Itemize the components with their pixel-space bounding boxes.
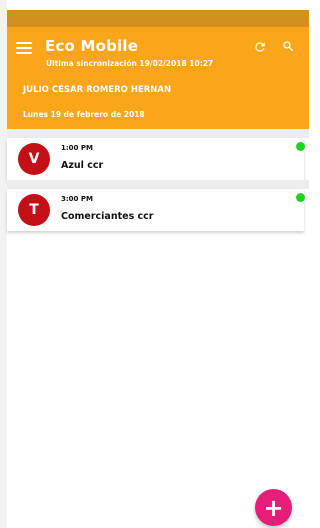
appointment-title: Comerciantes ccr [61,211,154,222]
search-icon[interactable] [282,40,294,52]
appointment-card[interactable]: T 3:00 PM Comerciantes ccr [7,189,305,231]
appointment-time: 3:00 PM [61,195,93,203]
status-dot [296,142,305,151]
status-bar [7,10,309,27]
menu-line [16,42,32,44]
appointment-title: Azul ccr [61,160,104,171]
avatar: T [18,194,50,226]
refresh-icon[interactable] [253,40,267,54]
hamburger-menu-icon[interactable] [16,42,32,54]
top-strip [7,0,309,10]
current-date: Lunes 19 de febrero de 2018 [23,110,145,119]
user-name: JULIO CÉSAR ROMERO HERNAN [23,85,172,95]
add-button[interactable]: + [255,489,292,526]
avatar: V [18,143,50,175]
menu-line [16,47,32,49]
left-frame-edge [0,0,7,528]
status-dot [296,193,305,202]
list-divider [7,129,309,138]
app-title: Eco Mobile [45,37,139,55]
appointment-card[interactable]: V 1:00 PM Azul ccr [7,138,305,180]
appointment-time: 1:00 PM [61,144,93,152]
menu-line [16,52,32,54]
last-sync-text: Última sincronización 19/02/2018 10:27 [46,59,214,68]
list-divider [7,180,309,189]
app-bar: Eco Mobile Última sincronización 19/02/2… [7,27,309,129]
